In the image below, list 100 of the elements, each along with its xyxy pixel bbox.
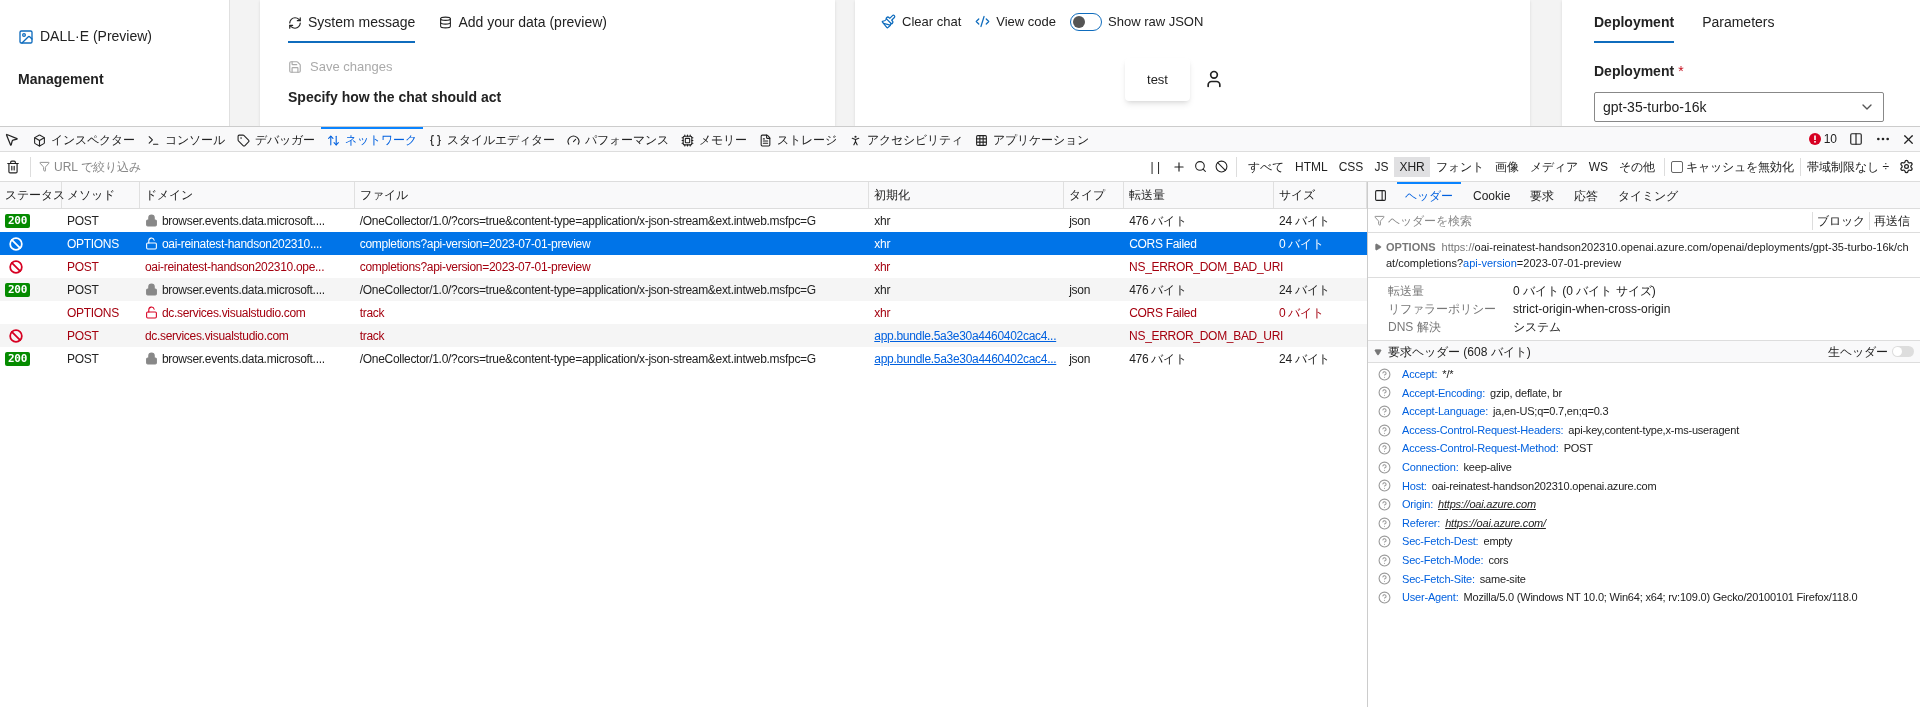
help-icon[interactable] [1378, 423, 1391, 437]
status-badge: 200 [5, 213, 30, 228]
search-icon[interactable] [1194, 160, 1207, 173]
block-icon[interactable] [1215, 160, 1228, 173]
details-tab[interactable]: 応答 [1566, 182, 1607, 208]
plus-icon[interactable] [1172, 159, 1186, 174]
table-cell-text: browser.events.data.microsoft.... [161, 350, 325, 368]
action-button[interactable]: ブロック [1812, 211, 1869, 230]
request-row[interactable]: OPTIONS oai-reinatest-handson202310.... completions?api-version=2023-07-01-preview xhr CORS Failed 0 バイト [0, 232, 1367, 255]
table-cell-text: xhr [874, 235, 891, 253]
tab[interactable]: Deployment [1594, 12, 1675, 43]
column-header[interactable]: ファイル [354, 182, 870, 208]
table-cell-text: /OneCollector/1.0/?cors=true&content-type=application/x-json-stream&ext.intweb.msfpc=G [359, 350, 816, 368]
header-value: api-key,content-type,x-ms-useragent [1568, 422, 1740, 438]
code-icon [975, 14, 991, 30]
deployment-dropdown[interactable]: gpt-35-turbo-16k [1594, 92, 1884, 122]
view-code-button[interactable]: View code [975, 12, 1056, 32]
type-filter-button[interactable]: 画像 [1489, 156, 1524, 177]
header-link[interactable]: https://oai.azure.com/ [1445, 514, 1546, 532]
header-value: oai-reinatest-handson202310.openai.azure.com [1431, 478, 1657, 494]
picker-icon[interactable] [4, 131, 19, 147]
help-icon[interactable] [1378, 386, 1391, 400]
error-count[interactable]: 10 [1808, 130, 1837, 148]
type-filter-button[interactable]: メディア [1524, 156, 1583, 177]
help-icon[interactable] [1378, 405, 1391, 418]
type-filter-button[interactable]: WS [1583, 156, 1614, 177]
raw-headers-switch[interactable] [1892, 346, 1914, 357]
table-cell-text: POST [66, 281, 99, 299]
devtools-tab[interactable]: インスペクター [27, 127, 141, 151]
devtools-tab[interactable]: メモリー [675, 127, 753, 151]
table-cell-text: dc.services.visualstudio.com [161, 304, 306, 322]
help-icon[interactable] [1378, 367, 1391, 381]
request-row[interactable]: 200 POST browser.events.data.microsoft.... /OneCollector/1.0/?cors=true&content-type=application/x-json-stream&ext.intweb.msfpc=G xhr json 476 バイト 24 バイト [0, 278, 1367, 301]
type-filter-button[interactable]: その他 [1614, 156, 1661, 177]
raw-json-switch[interactable] [1070, 12, 1102, 31]
details-tab[interactable]: ヘッダー [1397, 182, 1461, 208]
details-tab[interactable]: 要求 [1522, 182, 1563, 208]
table-cell-text: POST [66, 350, 99, 368]
details-tab[interactable]: Cookie [1465, 182, 1519, 208]
devtools-tab[interactable]: アクセシビリティ [843, 127, 969, 151]
terminal-icon [147, 133, 160, 147]
throttle-dropdown[interactable]: 帯域制限なし ÷ [1800, 157, 1889, 176]
devtools-tab[interactable]: ストレージ [753, 127, 843, 151]
pause-button[interactable]: | | [1150, 157, 1160, 176]
header-value: cors [1488, 553, 1509, 568]
type-filter-button[interactable]: フォント [1430, 156, 1489, 177]
devtools-tab[interactable]: コンソール [141, 127, 231, 151]
table-cell-text: /OneCollector/1.0/?cors=true&content-type=application/x-json-stream&ext.intweb.msfpc=G [359, 281, 816, 299]
help-icon[interactable] [1378, 442, 1391, 456]
header-link[interactable]: https://oai.azure.com [1438, 496, 1536, 513]
table-cell-text: 476 バイト [1129, 212, 1187, 230]
disable-cache-checkbox[interactable] [1671, 160, 1684, 173]
panel-toggle-icon[interactable] [1374, 188, 1387, 202]
table-cell-text: browser.events.data.microsoft.... [161, 281, 325, 299]
tab[interactable]: System message [288, 12, 416, 43]
devtools-tab[interactable]: デバッガー [231, 127, 321, 151]
switch-label: Show raw JSON [1108, 13, 1204, 31]
devtools-tab[interactable]: スタイルエディター [423, 127, 561, 151]
type-filter-button[interactable]: XHR [1394, 156, 1430, 177]
raw-headers-label: 生ヘッダー [1828, 343, 1888, 361]
column-header[interactable]: 転送量 [1124, 182, 1275, 208]
help-icon[interactable] [1378, 535, 1391, 549]
column-header[interactable]: サイズ [1274, 182, 1367, 208]
request-headers-bar[interactable]: 要求ヘッダー (608 バイト) 生ヘッダー [1368, 341, 1920, 363]
column-header[interactable]: ステータス [0, 182, 62, 208]
type-filter-button[interactable]: JS [1369, 156, 1394, 177]
help-icon[interactable] [1378, 497, 1391, 511]
header-search-field[interactable]: ヘッダーを検索 [1388, 211, 1812, 230]
type-filter-button[interactable]: HTML [1290, 156, 1333, 177]
dock-icon[interactable] [1849, 132, 1863, 146]
devtools-tab[interactable]: パフォーマンス [561, 127, 675, 151]
tab[interactable]: Add your data (preview) [439, 12, 607, 43]
devtools-tab[interactable]: アプリケーション [969, 127, 1095, 151]
devtools-tab[interactable]: ネットワーク [321, 127, 423, 151]
url-filter-field[interactable]: URL で絞り込み [54, 157, 1130, 176]
column-header[interactable]: タイプ [1064, 182, 1125, 208]
tag-icon [237, 133, 250, 147]
action-button[interactable]: 再送信 [1869, 211, 1914, 230]
help-icon[interactable] [1378, 516, 1391, 530]
type-filter-button[interactable]: すべて [1243, 156, 1289, 177]
trash-icon[interactable] [6, 159, 20, 174]
settings-icon[interactable] [1899, 159, 1914, 174]
column-header[interactable]: ドメイン [139, 182, 355, 208]
expand-triangle-icon[interactable] [1374, 243, 1382, 251]
help-icon[interactable] [1378, 590, 1391, 604]
clear-chat-button[interactable]: Clear chat [881, 12, 962, 32]
initiator-link[interactable]: app.bundle.5a3e30a4460402cac4... [874, 326, 1057, 345]
help-icon[interactable] [1378, 460, 1391, 474]
request-row[interactable]: POST dc.services.visualstudio.com track app.bundle.5a3e30a4460402cac4... NS_ERROR_DOM_BAD_URI [0, 324, 1367, 347]
help-icon[interactable] [1378, 553, 1391, 567]
help-icon[interactable] [1378, 479, 1391, 493]
help-icon[interactable] [1378, 572, 1391, 586]
filter-icon [39, 161, 50, 172]
tab[interactable]: Parameters [1702, 12, 1775, 43]
details-tab[interactable]: タイミング [1610, 182, 1687, 208]
type-filter-button[interactable]: CSS [1333, 156, 1369, 177]
initiator-link[interactable]: app.bundle.5a3e30a4460402cac4... [874, 349, 1057, 368]
sidebar-item[interactable]: DALL·E (Preview) [18, 26, 211, 47]
column-header[interactable]: 初期化 [869, 182, 1065, 208]
person-icon [849, 133, 862, 147]
